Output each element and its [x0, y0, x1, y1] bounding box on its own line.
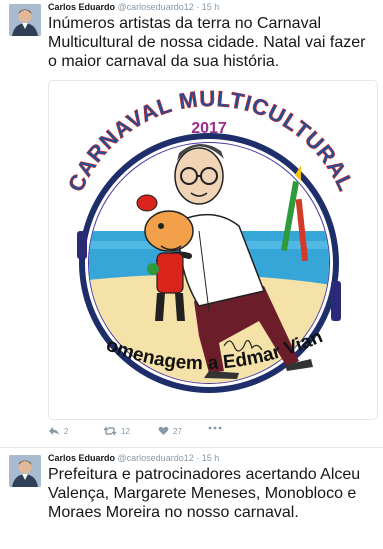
author-name[interactable]: Carlos Eduardo — [48, 2, 115, 12]
like-count: 27 — [173, 426, 182, 436]
author-name[interactable]: Carlos Eduardo — [48, 453, 115, 463]
more-icon — [208, 426, 222, 430]
like-button[interactable]: 27 — [158, 426, 182, 436]
tweet-text: Inúmeros artistas da terra no Carnaval M… — [48, 15, 366, 70]
tweet-header: Carlos Eduardo @carloseduardo12 · 15 h — [48, 2, 219, 13]
poster-year: 2017 — [191, 120, 227, 137]
separator: · — [196, 2, 200, 12]
retweet-icon — [103, 426, 117, 436]
tweet-header: Carlos Eduardo @carloseduardo12 · 15 h — [48, 453, 219, 464]
heart-icon — [158, 426, 169, 435]
tweet-2[interactable]: Carlos Eduardo @carloseduardo12 · 15 h P… — [0, 447, 383, 549]
avatar[interactable] — [9, 4, 41, 36]
carnaval-poster: CARNAVAL MULTICULTURAL 2017 homenagem a … — [49, 81, 358, 393]
timestamp[interactable]: 15 h — [202, 453, 220, 463]
author-handle[interactable]: @carloseduardo12 — [118, 2, 194, 12]
reply-count: 2 — [64, 426, 69, 436]
more-button[interactable] — [208, 426, 222, 430]
reply-icon — [49, 427, 59, 435]
retweet-count: 12 — [121, 426, 130, 436]
reply-button[interactable]: 2 — [48, 426, 68, 436]
timestamp[interactable]: 15 h — [202, 2, 220, 12]
tweet-1[interactable]: Carlos Eduardo @carloseduardo12 · 15 h I… — [0, 0, 383, 447]
tweet-text: Prefeitura e patrocinadores acertando Al… — [48, 466, 361, 521]
tweet-image[interactable]: CARNAVAL MULTICULTURAL 2017 homenagem a … — [48, 80, 378, 420]
author-handle[interactable]: @carloseduardo12 — [118, 453, 194, 463]
avatar[interactable] — [9, 455, 41, 487]
separator: · — [196, 453, 200, 463]
retweet-button[interactable]: 12 — [103, 426, 130, 436]
